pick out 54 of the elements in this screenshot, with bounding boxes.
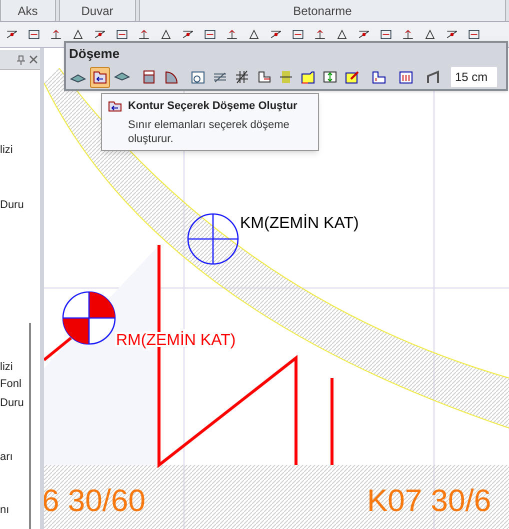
toolbar-tool-icon[interactable] [466, 28, 482, 41]
reference-marker-drawing [62, 291, 116, 345]
close-icon[interactable] [29, 55, 38, 64]
toolbar-tool-icon[interactable] [92, 28, 108, 41]
tool-icon [163, 69, 179, 85]
tool-icon [371, 69, 387, 85]
tooltip-text: Sınır elemanları seçerek döşeme oluşturur. [127, 118, 290, 146]
ribbon-tab[interactable]: Aks [0, 0, 56, 21]
tool-icon [234, 69, 250, 85]
toolbar-tool-icon[interactable] [290, 28, 306, 41]
ribbon-tab[interactable]: Betonarme [138, 0, 506, 21]
scrollbar-thumb[interactable] [29, 323, 31, 529]
tool-icon [92, 69, 108, 85]
toolbar-tool-icon[interactable] [312, 28, 328, 41]
axis-label: KM(ZEMİN KAT) [240, 215, 359, 232]
toolbar-tool-icon[interactable] [224, 28, 240, 41]
tool-icon [398, 69, 414, 85]
tooltip-title: Kontur Seçerek Döşeme Oluştur [128, 99, 298, 114]
toolbar-tool-icon[interactable] [136, 28, 152, 41]
toolbar-tool-icon[interactable] [48, 28, 64, 41]
tool-icon [141, 69, 157, 85]
toolbar-tool-icon[interactable] [356, 28, 372, 41]
toolbar-tool-icon[interactable] [180, 28, 196, 41]
toolbar-tool-icon[interactable] [444, 28, 460, 41]
axis-marker-drawing [187, 213, 239, 265]
panel-item[interactable]: nı [0, 502, 10, 518]
tool-icon [278, 69, 294, 85]
toolbar-tool-icon[interactable] [26, 28, 42, 41]
tool-icon [190, 69, 206, 85]
ribbon-tab[interactable]: Duvar [58, 0, 136, 21]
toolbar-tool-icon[interactable] [268, 28, 284, 41]
panel-item[interactable]: lizi [0, 142, 13, 158]
panel-item[interactable]: Duru [0, 395, 24, 412]
toolbar-button[interactable] [90, 66, 110, 88]
panel-item[interactable]: Fonl [0, 376, 22, 392]
tool-icon [322, 69, 338, 85]
beam-label: K07 30/6 [367, 483, 492, 518]
toolbar-tool-icon[interactable] [114, 28, 130, 41]
toolbar-tool-icon[interactable] [378, 28, 394, 41]
slab-edge-line [44, 336, 72, 362]
panel-item[interactable]: arı [0, 449, 13, 466]
panel-item[interactable]: lizi [0, 359, 13, 376]
tool-icon [425, 69, 441, 85]
toolbar-tool-icon[interactable] [400, 28, 416, 41]
pin-icon[interactable] [17, 54, 25, 64]
thickness-field[interactable]: 15 cm [451, 67, 497, 87]
tool-icon [344, 69, 360, 85]
panel-item[interactable]: Duru [0, 197, 24, 214]
tool-icon [256, 69, 272, 85]
toolbar-tool-icon[interactable] [202, 28, 218, 41]
toolbar-title: Döşeme [69, 45, 120, 64]
tool-icon [300, 69, 316, 85]
toolbar-tool-icon[interactable] [4, 28, 20, 41]
slab-contour-icon [108, 100, 122, 112]
